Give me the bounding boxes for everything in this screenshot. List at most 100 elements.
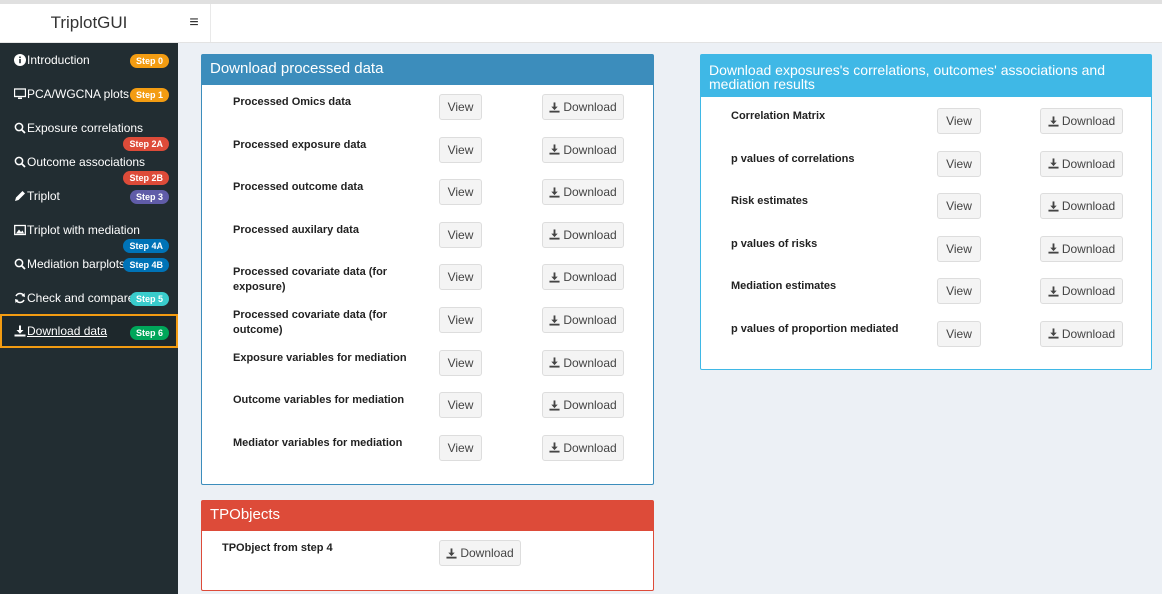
sidebar-item-label: Mediation barplots bbox=[27, 257, 126, 271]
download-icon bbox=[549, 101, 560, 113]
tpobject-download-button[interactable]: Download bbox=[439, 540, 521, 566]
view-button[interactable]: View bbox=[439, 349, 482, 376]
refresh-icon bbox=[13, 291, 26, 304]
download-icon bbox=[549, 272, 560, 283]
view-button[interactable]: View bbox=[937, 150, 981, 177]
row-label-line: Processed covariate data (for bbox=[233, 309, 388, 321]
download-button[interactable]: Download bbox=[1040, 320, 1123, 347]
download-button[interactable]: Download bbox=[542, 349, 624, 376]
row-label-line: Processed exposure data bbox=[233, 138, 367, 151]
button-label: Download bbox=[1061, 326, 1116, 341]
step-badge: Step 3 bbox=[129, 190, 169, 204]
button-label: View bbox=[447, 100, 474, 114]
button-label: View bbox=[447, 270, 474, 285]
sidebar-item-exposure-correlations[interactable]: Exposure correlations Step 2A bbox=[0, 111, 178, 151]
app-logo[interactable]: TriplotGUI bbox=[0, 4, 178, 43]
processed-data-box: Download processed data Processed Omics … bbox=[201, 54, 654, 485]
view-button[interactable]: View bbox=[439, 136, 482, 163]
button-label: View bbox=[447, 185, 474, 200]
download-button[interactable]: Download bbox=[1040, 108, 1123, 134]
button-label: View bbox=[946, 199, 972, 213]
sidebar-item-label: PCA/WGCNA plots bbox=[27, 87, 130, 101]
button-label: Download bbox=[563, 398, 617, 413]
sidebar-item-triplot[interactable]: Triplot Step 3 bbox=[0, 179, 178, 213]
tpobject-row-label: TPObject from step 4 bbox=[222, 542, 333, 554]
row-label-line: Exposure variables for mediation bbox=[233, 351, 407, 364]
button-label: Download bbox=[563, 270, 617, 285]
download-button[interactable]: Download bbox=[1040, 150, 1123, 177]
button-label: View bbox=[447, 355, 474, 370]
view-button[interactable]: View bbox=[439, 392, 482, 419]
sidebar-item-introduction[interactable]: Introduction Step 0 bbox=[0, 43, 178, 77]
results-row-label: Mediation estimates bbox=[731, 280, 837, 292]
view-button[interactable]: View bbox=[439, 434, 482, 461]
download-icon bbox=[1048, 158, 1059, 169]
button-label: View bbox=[447, 440, 474, 455]
top-navbar: ≡ bbox=[178, 4, 1162, 43]
view-button[interactable]: View bbox=[439, 307, 482, 333]
sidebar-item-label: Download data bbox=[27, 324, 108, 338]
sidebar-item-outcome-associations[interactable]: Outcome associations Step 2B bbox=[0, 145, 178, 185]
row-label-line: Processed covariate data (for bbox=[233, 266, 388, 279]
view-button[interactable]: View bbox=[439, 264, 482, 291]
step-badge: Step 0 bbox=[129, 54, 169, 68]
view-button[interactable]: View bbox=[937, 320, 981, 347]
sidebar-item-triplot-mediation[interactable]: Triplot with mediation Step 4A bbox=[0, 213, 178, 253]
button-label: View bbox=[447, 313, 474, 327]
sidebar-item-check-compare[interactable]: Check and compare Step 5 bbox=[0, 281, 178, 315]
download-button[interactable]: Download bbox=[1040, 193, 1123, 219]
processed-row-label: Mediator variables for mediation bbox=[233, 436, 402, 451]
download-icon bbox=[549, 442, 560, 453]
info-icon bbox=[13, 53, 26, 66]
download-icon bbox=[549, 144, 560, 155]
sidebar-item-label: Triplot with mediation bbox=[27, 223, 140, 237]
download-icon bbox=[1048, 243, 1059, 254]
processed-row-label: Processed covariate data (for outcome) bbox=[233, 308, 387, 338]
download-icon bbox=[446, 547, 457, 559]
sidebar-item-label: Exposure correlations bbox=[27, 121, 144, 135]
download-icon bbox=[1048, 285, 1059, 297]
download-icon bbox=[549, 314, 560, 326]
sidebar-item-pca-wgcna[interactable]: PCA/WGCNA plots Step 1 bbox=[0, 77, 178, 111]
button-label: Download bbox=[1061, 114, 1116, 128]
button-label: View bbox=[447, 398, 474, 413]
row-label-line: Processed outcome data bbox=[233, 181, 364, 194]
download-button[interactable]: Download bbox=[542, 221, 624, 248]
button-label: View bbox=[946, 114, 972, 128]
results-title-line: Download exposures's correlations, outco… bbox=[709, 62, 1105, 78]
sidebar-item-label: Check and compare bbox=[27, 291, 135, 305]
view-button[interactable]: View bbox=[937, 278, 981, 304]
button-label: Download bbox=[563, 142, 617, 157]
view-button[interactable]: View bbox=[439, 221, 482, 248]
processed-row-label: Processed Omics data bbox=[233, 95, 351, 110]
download-button[interactable]: Download bbox=[542, 307, 624, 333]
download-button[interactable]: Download bbox=[542, 94, 624, 120]
sidebar-item-download-data[interactable]: Download data Step 6 bbox=[0, 314, 178, 348]
sidebar-item-label: Outcome associations bbox=[27, 155, 146, 169]
tpobjects-title: TPObjects bbox=[202, 501, 653, 531]
sidebar-item-mediation-barplots[interactable]: Mediation barplots Step 4B bbox=[0, 247, 178, 281]
results-row-label: p values of proportion mediated bbox=[731, 322, 899, 335]
step-badge: Step 6 bbox=[129, 326, 169, 340]
download-button[interactable]: Download bbox=[1040, 278, 1123, 304]
view-button[interactable]: View bbox=[439, 94, 482, 120]
download-button[interactable]: Download bbox=[1040, 235, 1123, 262]
button-label: Download bbox=[460, 546, 514, 560]
download-button[interactable]: Download bbox=[542, 392, 624, 419]
sidebar-item-label: Triplot bbox=[27, 189, 60, 203]
button-label: Download bbox=[1061, 156, 1116, 171]
row-label-line: Outcome variables for mediation bbox=[233, 394, 405, 407]
download-button[interactable]: Download bbox=[542, 264, 624, 291]
results-row-label: Risk estimates bbox=[731, 195, 809, 207]
download-button[interactable]: Download bbox=[542, 136, 624, 163]
view-button[interactable]: View bbox=[937, 235, 981, 262]
download-icon bbox=[1048, 115, 1059, 127]
view-button[interactable]: View bbox=[937, 193, 981, 219]
button-label: View bbox=[946, 326, 972, 341]
button-label: View bbox=[447, 142, 474, 157]
view-button[interactable]: View bbox=[937, 108, 981, 134]
sidebar-toggle-button[interactable]: ≡ bbox=[178, 4, 211, 42]
download-button[interactable]: Download bbox=[542, 434, 624, 461]
download-button[interactable]: Download bbox=[542, 179, 624, 206]
view-button[interactable]: View bbox=[439, 179, 482, 206]
